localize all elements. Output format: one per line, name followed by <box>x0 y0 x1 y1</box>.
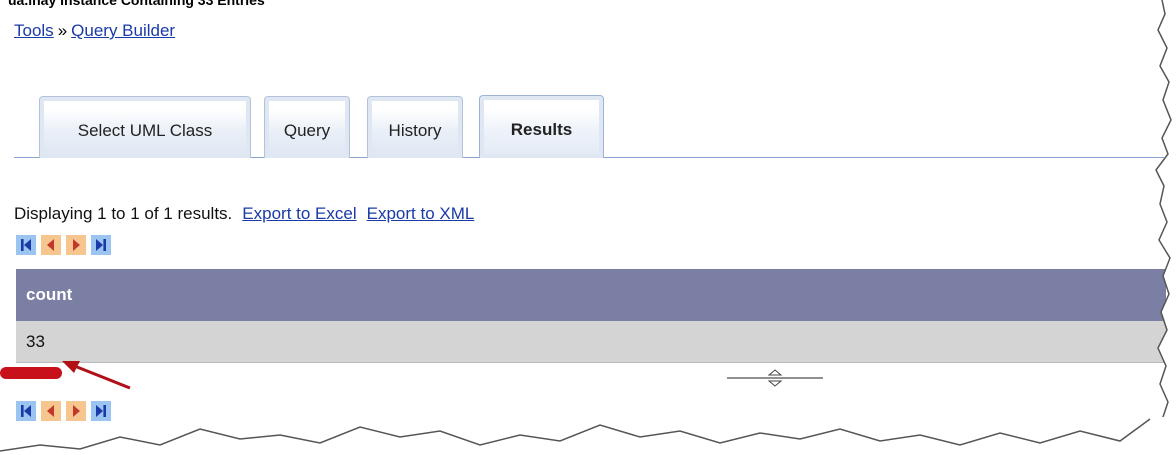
tab-query[interactable]: Query <box>264 96 350 158</box>
table-cell-count: 33 <box>26 331 45 351</box>
tab-strip: Select UML Class Query History Results <box>14 90 1164 158</box>
torn-edge-right <box>1155 0 1176 455</box>
annotation-arrow-icon <box>0 361 131 390</box>
next-page-button[interactable] <box>66 235 86 255</box>
first-page-icon <box>21 405 31 417</box>
results-summary: Displaying 1 to 1 of 1 results. Export to… <box>14 204 474 224</box>
first-page-button[interactable] <box>16 401 36 421</box>
tab-history[interactable]: History <box>367 96 463 158</box>
breadcrumb: Tools» Query Builder <box>14 21 175 41</box>
resize-handle-icon[interactable] <box>727 367 823 389</box>
previous-page-icon <box>47 405 54 417</box>
tab-select-uml-class[interactable]: Select UML Class <box>39 96 251 158</box>
last-page-icon <box>96 405 106 417</box>
column-header-count[interactable]: count <box>16 269 1166 321</box>
export-to-excel-link[interactable]: Export to Excel <box>242 204 356 223</box>
results-table: count 33 <box>16 269 1166 363</box>
last-page-button[interactable] <box>91 235 111 255</box>
results-count-text: Displaying 1 to 1 of 1 results. <box>14 204 233 223</box>
export-to-xml-link[interactable]: Export to XML <box>367 204 475 223</box>
pager-bottom <box>16 401 111 421</box>
pager-top <box>16 235 111 255</box>
figure-caption: ua.inay Instance Containing 33 Entries <box>8 0 265 8</box>
breadcrumb-separator: » <box>57 21 68 40</box>
breadcrumb-query-builder-link[interactable]: Query Builder <box>71 21 175 40</box>
breadcrumb-tools-link[interactable]: Tools <box>14 21 54 40</box>
first-page-button[interactable] <box>16 235 36 255</box>
tab-query-label: Query <box>283 121 331 140</box>
screenshot-canvas: ua.inay Instance Containing 33 Entries T… <box>0 0 1176 455</box>
column-header-label: count <box>26 285 73 304</box>
torn-edge-bottom <box>0 415 1176 455</box>
next-page-button[interactable] <box>66 401 86 421</box>
previous-page-button[interactable] <box>41 235 61 255</box>
first-page-icon <box>21 239 31 251</box>
tab-results-label: Results <box>510 120 573 139</box>
last-page-button[interactable] <box>91 401 111 421</box>
next-page-icon <box>73 405 80 417</box>
tab-history-label: History <box>388 121 442 140</box>
previous-page-button[interactable] <box>41 401 61 421</box>
next-page-icon <box>73 239 80 251</box>
tab-select-uml-class-label: Select UML Class <box>77 121 213 140</box>
table-row[interactable]: 33 <box>16 321 1166 363</box>
previous-page-icon <box>47 239 54 251</box>
tab-results[interactable]: Results <box>479 95 604 158</box>
last-page-icon <box>96 239 106 251</box>
